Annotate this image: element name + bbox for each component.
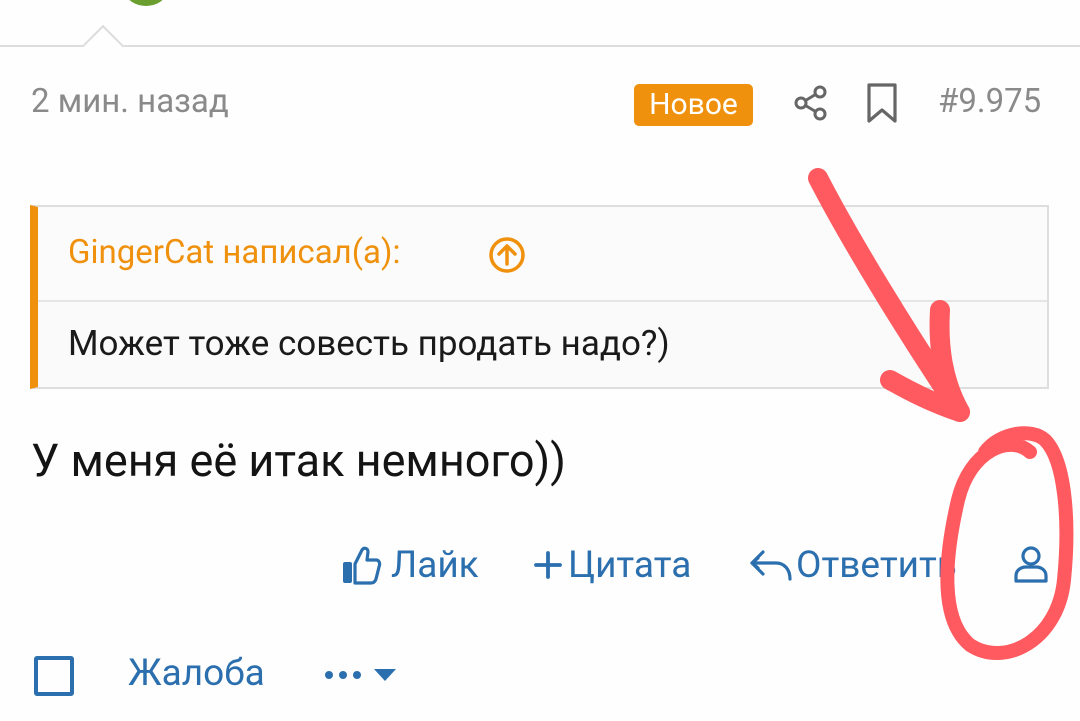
report-link[interactable]: Жалоба — [128, 652, 265, 695]
ellipsis-icon — [325, 671, 361, 679]
thumbs-up-icon — [343, 546, 382, 585]
quote-label: Цитата — [568, 543, 692, 587]
post-message: У меня её итак немного)) — [31, 434, 566, 487]
user-icon[interactable] — [1012, 544, 1050, 584]
post-timestamp[interactable]: 2 мин. назад — [31, 82, 229, 121]
new-badge: Новое — [634, 84, 753, 126]
reply-button[interactable]: Ответить — [748, 540, 957, 590]
quote-text: Может тоже совесть продать надо?) — [68, 323, 670, 364]
like-label: Лайк — [391, 543, 479, 587]
plus-icon — [534, 551, 562, 579]
select-checkbox[interactable] — [34, 656, 74, 696]
share-icon[interactable] — [792, 84, 830, 122]
post-number[interactable]: #9.975 — [938, 82, 1041, 121]
arrow-up-circle-icon[interactable] — [488, 236, 526, 274]
quote-header: GingerCat написал(а): — [38, 207, 1047, 302]
reply-label: Ответить — [796, 543, 957, 587]
like-button[interactable]: Лайк — [340, 540, 479, 590]
reply-icon — [750, 550, 792, 581]
avatar[interactable] — [126, 0, 166, 6]
bookmark-icon[interactable] — [865, 82, 899, 124]
post-divider — [0, 45, 1080, 47]
more-options-button[interactable] — [323, 658, 398, 692]
quote-block: GingerCat написал(а): Может тоже совесть… — [30, 205, 1049, 389]
quote-button[interactable]: Цитата — [533, 540, 691, 590]
caret-down-icon — [374, 669, 396, 681]
quote-author[interactable]: GingerCat написал(а): — [68, 233, 400, 272]
divider-notch — [81, 24, 125, 68]
